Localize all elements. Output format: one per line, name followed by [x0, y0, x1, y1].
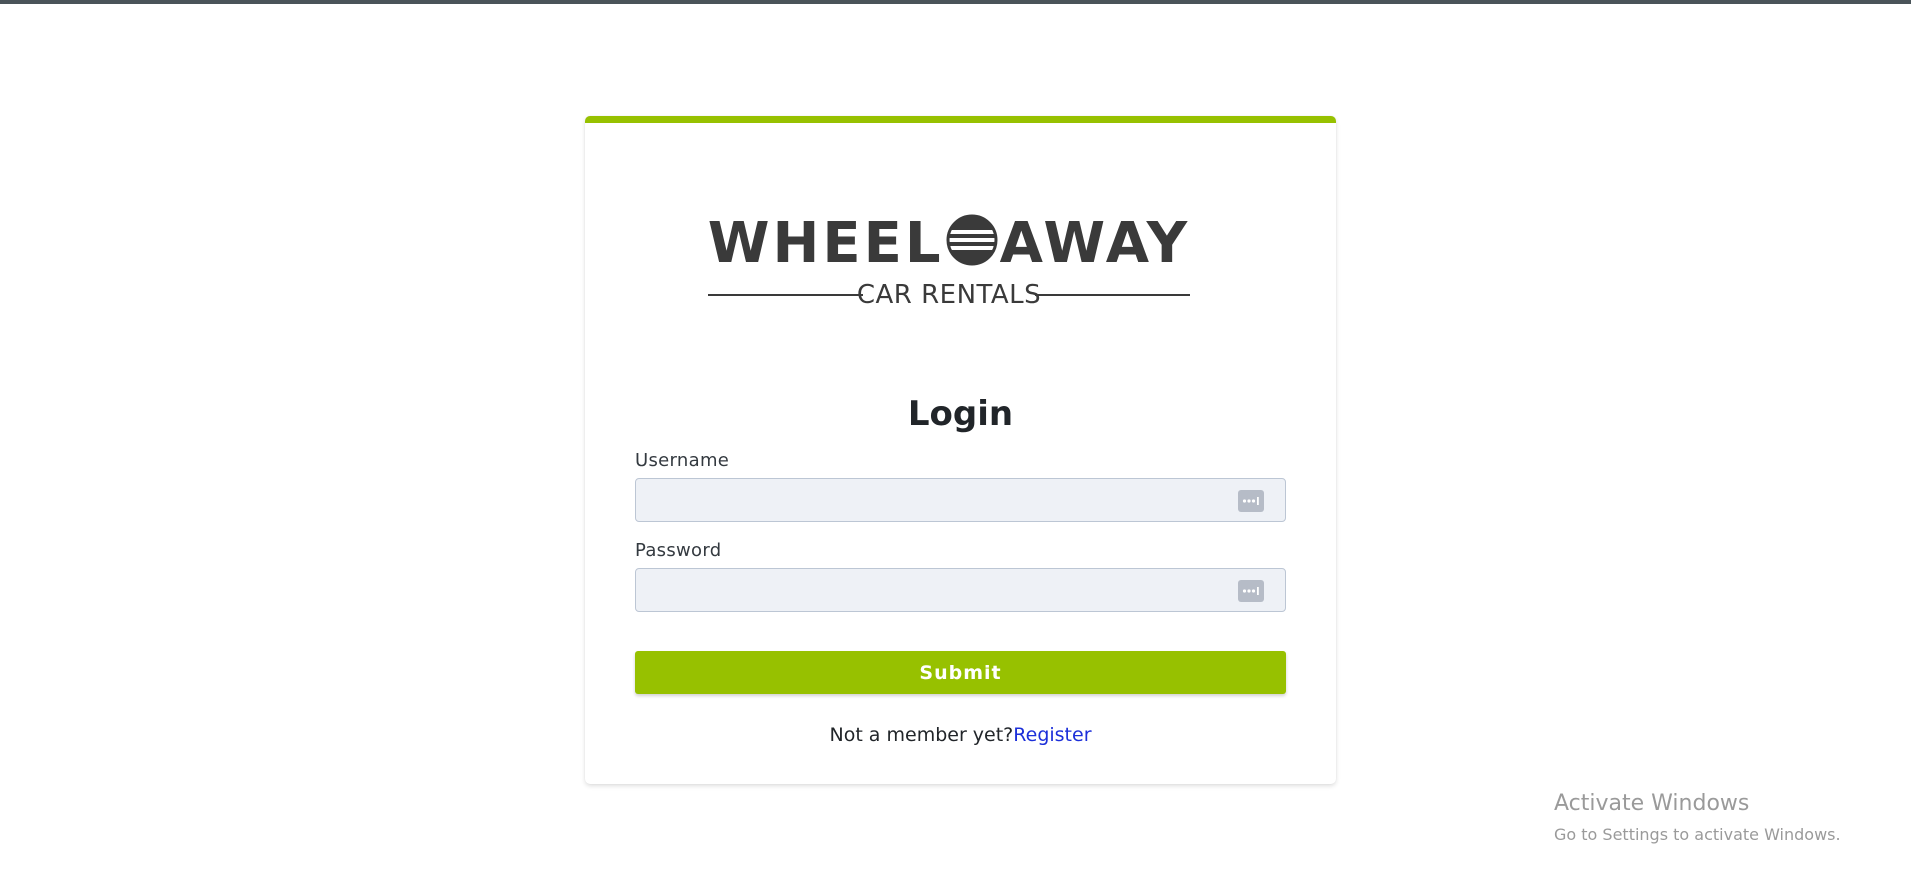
brand-wordmark: WHEEL AWAY: [707, 211, 1191, 276]
username-input[interactable]: [636, 479, 1285, 521]
login-card: WHEEL AWAY CAR RENTALS Login Username Pa…: [585, 116, 1336, 784]
top-bar: [0, 0, 1911, 4]
tagline-rule-right: [1035, 294, 1190, 296]
password-input[interactable]: [636, 569, 1285, 611]
register-link[interactable]: Register: [1013, 724, 1091, 746]
password-manager-icon[interactable]: [1238, 490, 1264, 512]
password-label: Password: [635, 540, 722, 561]
username-field-wrapper: [635, 478, 1286, 522]
register-prompt: Not a member yet?Register: [585, 723, 1336, 747]
wheel-s-icon: [945, 214, 998, 266]
brand-logo: WHEEL AWAY CAR RENTALS: [694, 212, 1204, 312]
windows-activation-watermark: Activate Windows Go to Settings to activ…: [1554, 790, 1841, 846]
activation-title: Activate Windows: [1554, 791, 1750, 816]
username-label: Username: [635, 450, 730, 471]
page-title: Login: [907, 394, 1014, 434]
register-prompt-text: Not a member yet?: [829, 724, 1014, 746]
activation-subtitle: Go to Settings to activate Windows.: [1554, 825, 1841, 844]
password-field-wrapper: [635, 568, 1286, 612]
submit-button[interactable]: Submit: [635, 651, 1286, 694]
password-manager-icon[interactable]: [1238, 580, 1264, 602]
brand-tagline: CAR RENTALS: [694, 280, 1204, 310]
